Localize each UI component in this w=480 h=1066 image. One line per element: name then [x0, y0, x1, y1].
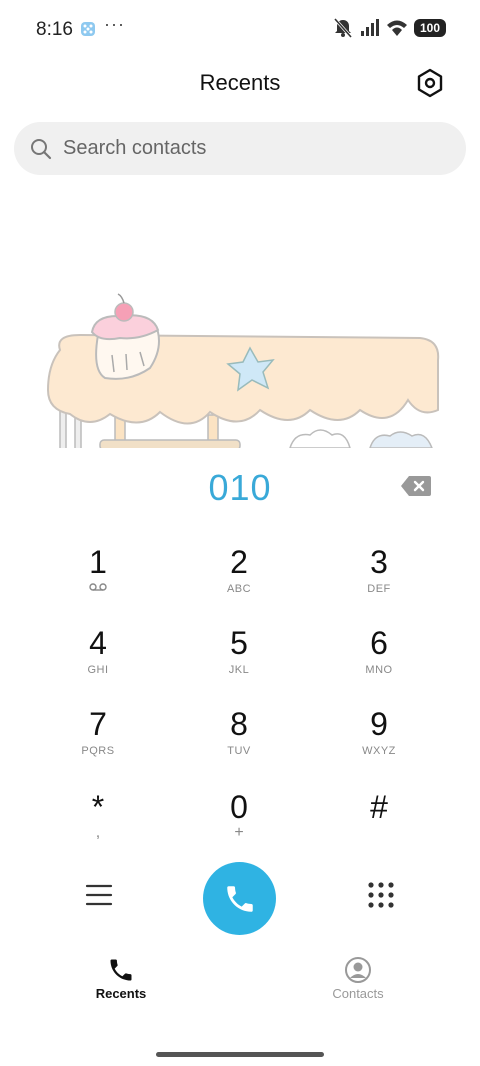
key-0[interactable]: 0 +: [189, 790, 289, 860]
key-digit: *: [91, 789, 105, 825]
dialpad-icon[interactable]: [366, 880, 396, 910]
key-letters: +: [234, 824, 244, 841]
signal-icon: [360, 19, 379, 36]
key-4[interactable]: 4 GHI: [48, 626, 148, 696]
empty-state-illustration: [46, 293, 440, 448]
key-digit: 2: [230, 544, 248, 580]
key-digit: 8: [230, 706, 248, 742]
key-letters: TUV: [227, 745, 251, 757]
key-letters: PQRS: [81, 745, 115, 757]
page-title: Recents: [199, 70, 281, 95]
key-2[interactable]: 2 ABC: [189, 545, 289, 615]
backspace-icon[interactable]: [400, 474, 432, 498]
key-star[interactable]: * ,: [48, 790, 148, 860]
key-hash[interactable]: #: [329, 790, 429, 860]
phone-icon: [226, 885, 253, 912]
call-button[interactable]: [203, 862, 276, 935]
status-icons: 100: [332, 18, 446, 38]
tab-contacts[interactable]: Contacts: [298, 956, 418, 1001]
key-digit: 6: [370, 625, 388, 661]
key-digit: 1: [89, 544, 107, 580]
key-letters: DEF: [367, 583, 391, 595]
search-icon: [31, 139, 52, 160]
key-digit: 7: [89, 706, 107, 742]
key-digit: 0: [230, 789, 248, 825]
silent-bell-icon: [333, 18, 353, 38]
tab-recents[interactable]: Recents: [61, 956, 181, 1001]
settings-hexagon-icon[interactable]: [414, 67, 446, 99]
phone-icon: [110, 959, 132, 981]
key-letters: WXYZ: [362, 745, 396, 757]
key-digit: 5: [230, 625, 248, 661]
key-9[interactable]: 9 WXYZ: [329, 707, 429, 777]
key-digit: 9: [370, 706, 388, 742]
key-letters: JKL: [228, 664, 250, 676]
key-digit: #: [370, 789, 388, 825]
key-1[interactable]: 1: [48, 545, 148, 615]
key-5[interactable]: 5 JKL: [189, 626, 289, 696]
more-notifications-icon: ···: [104, 14, 125, 34]
key-letters: MNO: [365, 664, 393, 676]
key-digit: 3: [370, 544, 388, 580]
key-8[interactable]: 8 TUV: [189, 707, 289, 777]
key-7[interactable]: 7 PQRS: [48, 707, 148, 777]
person-circle-icon: [345, 957, 371, 983]
battery-indicator: 100: [413, 19, 446, 37]
tab-contacts-label: Contacts: [332, 986, 384, 1001]
voicemail-icon: [89, 583, 107, 591]
status-bar: 8:16 ··· 100: [0, 0, 480, 60]
search-bar[interactable]: Search contacts: [14, 122, 466, 175]
home-indicator[interactable]: [156, 1052, 324, 1057]
menu-icon[interactable]: [84, 882, 114, 908]
key-letters: ABC: [226, 583, 252, 595]
status-time: 8:16: [36, 19, 73, 40]
wifi-icon: [386, 20, 407, 36]
tab-recents-label: Recents: [95, 986, 147, 1001]
app-notification-icon: [81, 22, 95, 36]
key-3[interactable]: 3 DEF: [329, 545, 429, 615]
key-digit: 4: [89, 625, 107, 661]
key-letters: GHI: [87, 664, 109, 676]
key-letters: ,: [95, 824, 101, 841]
search-input[interactable]: Search contacts: [63, 137, 206, 160]
key-6[interactable]: 6 MNO: [329, 626, 429, 696]
